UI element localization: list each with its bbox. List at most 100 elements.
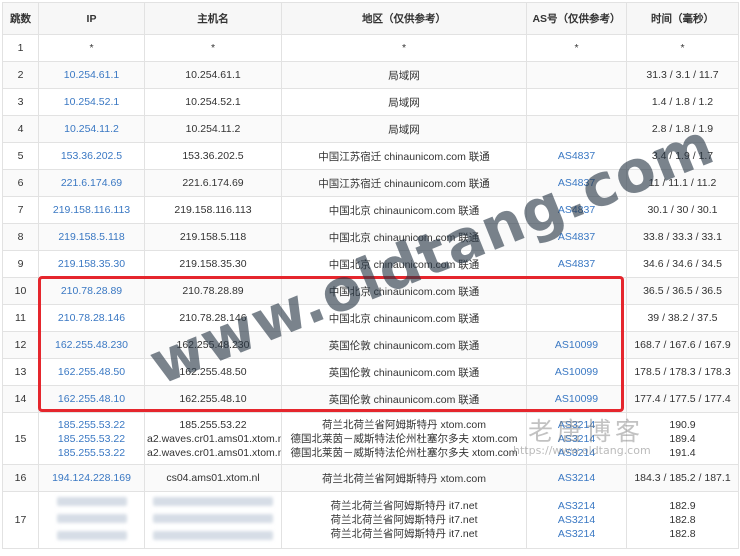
region-cell: 中国江苏宿迁 chinaunicom.com 联通 bbox=[281, 142, 527, 170]
ip-link[interactable]: 219.158.35.30 bbox=[58, 258, 125, 270]
header-hop[interactable]: 跳数 bbox=[2, 2, 39, 35]
host-cell: 219.158.116.113 bbox=[144, 196, 282, 224]
as-link[interactable]: AS10099 bbox=[555, 393, 598, 405]
time-cell: 184.3 / 185.2 / 187.1 bbox=[626, 464, 739, 492]
header-ip[interactable]: IP bbox=[38, 2, 145, 35]
as-link[interactable]: AS10099 bbox=[555, 366, 598, 378]
ip-cell: 185.255.53.22 185.255.53.22 185.255.53.2… bbox=[38, 412, 145, 465]
region-cell: 局域网 bbox=[281, 61, 527, 89]
table-row: 15 185.255.53.22 185.255.53.22 185.255.5… bbox=[2, 412, 739, 465]
header-as[interactable]: AS号（仅供参考） bbox=[526, 2, 627, 35]
host-cell: 219.158.5.118 bbox=[144, 223, 282, 251]
as-link[interactable]: AS4837 bbox=[558, 204, 595, 216]
region-cell: 局域网 bbox=[281, 115, 527, 143]
ip-cell: 10.254.11.2 bbox=[38, 115, 145, 143]
table-row: 10 210.78.28.89 210.78.28.89 中国北京 chinaunic… bbox=[2, 277, 739, 305]
as-link[interactable]: AS10099 bbox=[555, 339, 598, 351]
ip-link[interactable]: 185.255.53.22 bbox=[58, 433, 125, 445]
as-link[interactable]: AS3214 bbox=[558, 514, 595, 526]
table-row: 3 10.254.52.1 10.254.52.1 局域网 1.4 / 1.8 / 1.… bbox=[2, 88, 739, 116]
time-line: 189.4 bbox=[669, 432, 696, 445]
region-line: 荷兰北荷兰省阿姆斯特丹 it7.net bbox=[330, 528, 478, 540]
table-row: 17 荷兰北荷兰省阿姆斯特丹 it7.net 荷兰北荷兰省阿姆斯特丹 it7.n… bbox=[2, 491, 739, 549]
as-cell: AS4837 bbox=[526, 196, 627, 224]
region-cell: 英国伦敦 chinaunicom.com 联通 bbox=[281, 358, 527, 386]
ip-cell: 219.158.5.118 bbox=[38, 223, 145, 251]
as-link[interactable]: AS4837 bbox=[558, 258, 595, 270]
region-line: 荷兰北荷兰省阿姆斯特丹 it7.net bbox=[330, 500, 478, 512]
ip-link[interactable]: 10.254.52.1 bbox=[64, 96, 119, 108]
hop-number: 7 bbox=[2, 196, 39, 224]
as-link[interactable]: AS3214 bbox=[558, 419, 595, 431]
redacted-host bbox=[153, 530, 273, 540]
as-link[interactable]: AS3214 bbox=[558, 472, 595, 484]
ip-link[interactable]: 10.254.11.2 bbox=[64, 123, 119, 135]
redacted-host bbox=[153, 496, 273, 506]
time-cell: 36.5 / 36.5 / 36.5 bbox=[626, 277, 739, 305]
as-cell bbox=[526, 304, 627, 332]
ip-link[interactable]: 210.78.28.89 bbox=[61, 285, 122, 297]
table-row: 14 162.255.48.10 162.255.48.10 英国伦敦 chinaun… bbox=[2, 385, 739, 413]
as-link[interactable]: AS4837 bbox=[558, 231, 595, 243]
ip-link[interactable]: 185.255.53.22 bbox=[58, 447, 125, 459]
as-link[interactable]: AS4837 bbox=[558, 150, 595, 162]
region-line: 德国北莱茵－威斯特法伦州杜塞尔多夫 xtom.com bbox=[290, 446, 518, 459]
ip-link[interactable]: 210.78.28.146 bbox=[58, 312, 125, 324]
host-cell: 10.254.52.1 bbox=[144, 88, 282, 116]
time-cell: 34.6 / 34.6 / 34.5 bbox=[626, 250, 739, 278]
ip-cell: 221.6.174.69 bbox=[38, 169, 145, 197]
ip-cell: 219.158.35.30 bbox=[38, 250, 145, 278]
ip-link[interactable]: 162.255.48.230 bbox=[55, 339, 128, 351]
hop-number: 15 bbox=[2, 412, 39, 465]
region-cell: 英国伦敦 chinaunicom.com 联通 bbox=[281, 385, 527, 413]
hop-number: 2 bbox=[2, 61, 39, 89]
table-row: 7 219.158.116.113 219.158.116.113 中国北京 chin… bbox=[2, 196, 739, 224]
host-cell: 153.36.202.5 bbox=[144, 142, 282, 170]
time-line: 182.9 bbox=[669, 500, 696, 512]
host-line: 185.255.53.22 bbox=[179, 418, 247, 431]
region-cell: 中国北京 chinaunicom.com 联通 bbox=[281, 277, 527, 305]
region-cell: 中国北京 chinaunicom.com 联通 bbox=[281, 250, 527, 278]
hop-number: 4 bbox=[2, 115, 39, 143]
as-link[interactable]: AS3214 bbox=[558, 528, 595, 540]
region-cell: 中国北京 chinaunicom.com 联通 bbox=[281, 304, 527, 332]
as-link[interactable]: AS3214 bbox=[558, 500, 595, 512]
hop-number: 14 bbox=[2, 385, 39, 413]
table-row: 9 219.158.35.30 219.158.35.30 中国北京 chinauni… bbox=[2, 250, 739, 278]
host-cell-redacted bbox=[144, 491, 282, 549]
table-row: 5 153.36.202.5 153.36.202.5 中国江苏宿迁 chinauni… bbox=[2, 142, 739, 170]
ip-link[interactable]: 194.124.228.169 bbox=[52, 472, 131, 484]
host-cell: cs04.ams01.xtom.nl bbox=[144, 464, 282, 492]
ip-link[interactable]: 162.255.48.10 bbox=[58, 393, 125, 405]
ip-link[interactable]: 221.6.174.69 bbox=[61, 177, 122, 189]
ip-cell: 194.124.228.169 bbox=[38, 464, 145, 492]
ip-link[interactable]: 219.158.5.118 bbox=[58, 231, 124, 243]
as-link[interactable]: AS3214 bbox=[558, 433, 595, 445]
time-cell: 190.9 189.4 191.4 bbox=[626, 412, 739, 465]
ip-cell: 162.255.48.50 bbox=[38, 358, 145, 386]
as-link[interactable]: AS4837 bbox=[558, 177, 595, 189]
ip-link[interactable]: 185.255.53.22 bbox=[58, 419, 125, 431]
table-row: 2 10.254.61.1 10.254.61.1 局域网 31.3 / 3.1 / 1… bbox=[2, 61, 739, 89]
hop-number: 6 bbox=[2, 169, 39, 197]
as-link[interactable]: AS3214 bbox=[558, 447, 595, 459]
ip-link[interactable]: 162.255.48.50 bbox=[58, 366, 125, 378]
host-cell: * bbox=[144, 34, 282, 62]
header-host[interactable]: 主机名 bbox=[144, 2, 282, 35]
ip-link[interactable]: 10.254.61.1 bbox=[64, 69, 119, 81]
time-line: 191.4 bbox=[669, 446, 696, 459]
hop-number: 10 bbox=[2, 277, 39, 305]
as-cell bbox=[526, 61, 627, 89]
host-cell: 162.255.48.10 bbox=[144, 385, 282, 413]
hop-number: 17 bbox=[2, 491, 39, 549]
header-time[interactable]: 时间（毫秒） bbox=[626, 2, 739, 35]
hop-number: 3 bbox=[2, 88, 39, 116]
hop-number: 11 bbox=[2, 304, 39, 332]
host-cell: 221.6.174.69 bbox=[144, 169, 282, 197]
host-cell: 210.78.28.89 bbox=[144, 277, 282, 305]
time-cell: 2.8 / 1.8 / 1.9 bbox=[626, 115, 739, 143]
region-cell: * bbox=[281, 34, 527, 62]
ip-link[interactable]: 153.36.202.5 bbox=[61, 150, 122, 162]
ip-link[interactable]: 219.158.116.113 bbox=[53, 204, 130, 216]
header-region[interactable]: 地区（仅供参考） bbox=[281, 2, 527, 35]
